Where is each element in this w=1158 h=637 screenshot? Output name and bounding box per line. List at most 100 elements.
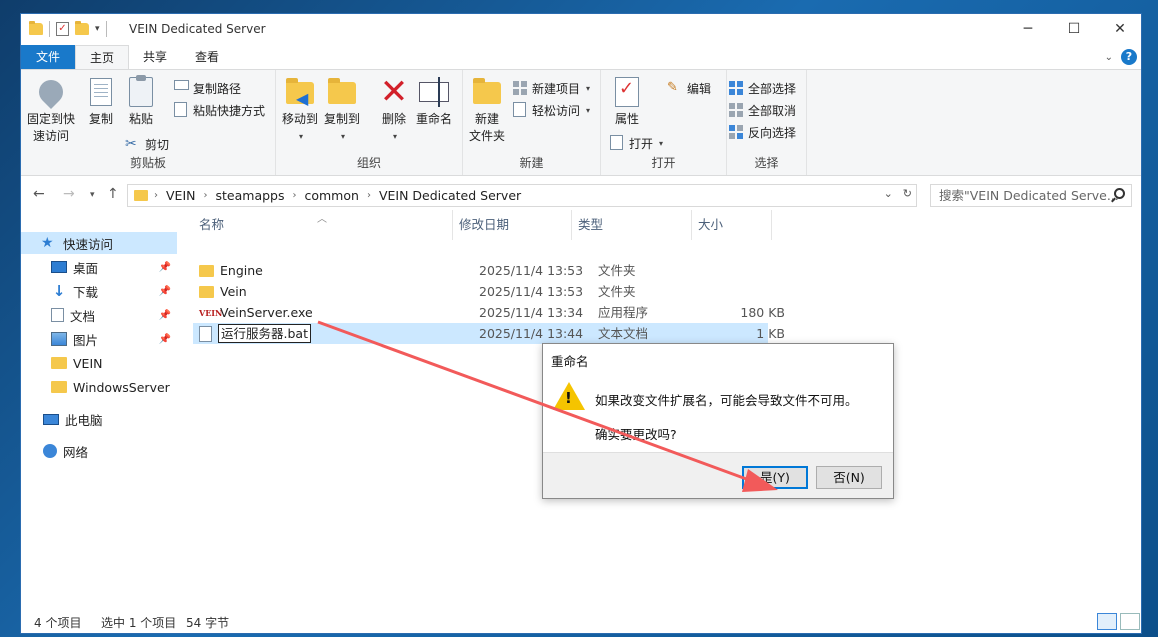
paste-shortcut-icon (174, 102, 187, 117)
title-bar: ✓ ▾ VEIN Dedicated Server ─ ☐ ✕ (21, 14, 1141, 45)
breadcrumb-separator[interactable]: › (154, 190, 158, 201)
minimize-button[interactable]: ─ (1005, 14, 1051, 44)
back-button[interactable]: ← (33, 186, 45, 202)
copy-label: 复制 (88, 112, 113, 126)
column-header-type[interactable]: 类型 (572, 210, 692, 240)
paste-icon (129, 75, 153, 107)
nav-quick-access[interactable]: ★ 快速访问 (21, 232, 177, 254)
select-all-button[interactable]: 全部选择 (728, 78, 796, 98)
nav-label: 文档 (70, 308, 96, 324)
search-icon[interactable] (1114, 188, 1125, 199)
rename-input[interactable]: 运行服务器.bat (218, 324, 311, 343)
edit-button[interactable]: ✎ 编辑 (667, 78, 711, 98)
tab-view[interactable]: 查看 (181, 45, 233, 69)
new-folder-icon[interactable] (75, 21, 89, 35)
paste-label: 粘贴 (128, 112, 153, 126)
chevron-down-icon[interactable]: ⌄ (1105, 52, 1113, 63)
maximize-button[interactable]: ☐ (1051, 14, 1097, 44)
large-icons-view-button[interactable] (1120, 613, 1140, 630)
copy-button[interactable]: 复制 (85, 74, 117, 128)
column-header-date[interactable]: 修改日期 (453, 210, 572, 240)
status-bar: 4 个项目 选中 1 个项目 54 字节 (21, 610, 1141, 633)
file-row-selected[interactable]: 运行服务器.bat 2025/11/4 13:44 文本文档 1 KB (193, 323, 785, 344)
pin-icon[interactable]: 📌 (159, 286, 171, 297)
address-bar[interactable]: › VEIN › steamapps › common › VEIN Dedic… (127, 184, 917, 207)
new-folder-button[interactable]: 新建 文件夹 (469, 76, 505, 145)
file-date: 2025/11/4 13:44 (479, 326, 584, 341)
details-view-button[interactable] (1097, 613, 1117, 630)
breadcrumb-separator[interactable]: › (367, 190, 371, 201)
yes-button[interactable]: 是(Y) (742, 466, 808, 489)
rename-button[interactable]: 重命名 (416, 76, 452, 128)
paste-shortcut-button[interactable]: 粘贴快捷方式 (173, 100, 265, 120)
forward-button[interactable]: → (63, 186, 75, 202)
move-to-button[interactable]: ◀ 移动到 ▾ (282, 76, 318, 145)
copy-path-button[interactable]: 复制路径 (173, 78, 241, 98)
close-button[interactable]: ✕ (1097, 14, 1141, 44)
refresh-icon[interactable]: ↻ (903, 187, 912, 200)
file-row[interactable]: VEIN VeinServer.exe 2025/11/4 13:34 应用程序… (193, 302, 785, 323)
nav-desktop[interactable]: 桌面 📌 (21, 256, 177, 278)
breadcrumb-separator[interactable]: › (292, 190, 296, 201)
paste-button[interactable]: 粘贴 (125, 75, 157, 128)
recent-locations-button[interactable]: ▾ (90, 190, 95, 200)
new-item-icon (513, 81, 527, 95)
move-to-label: 移动到 (282, 112, 319, 126)
tab-file[interactable]: 文件 (21, 45, 76, 69)
delete-button[interactable]: ✕ 删除 ▾ (378, 75, 410, 145)
properties-button[interactable]: 属性 (611, 76, 643, 128)
copy-path-label: 复制路径 (193, 81, 242, 96)
open-button[interactable]: 打开 ▾ (609, 133, 663, 153)
up-button[interactable]: ↑ (107, 186, 119, 202)
breadcrumb-current[interactable]: VEIN Dedicated Server (379, 188, 521, 203)
breadcrumb-common[interactable]: common (304, 188, 358, 203)
nav-downloads[interactable]: ↓ 下载 📌 (21, 280, 177, 302)
breadcrumb-vein[interactable]: VEIN (166, 188, 196, 203)
nav-label: 快速访问 (63, 236, 114, 252)
copy-to-button[interactable]: 复制到 ▾ (324, 76, 360, 145)
easy-access-button[interactable]: 轻松访问 ▾ (512, 100, 590, 120)
open-icon (610, 135, 623, 150)
nav-documents[interactable]: 文档 📌 (21, 304, 177, 326)
dialog-footer: 是(Y) 否(N) (543, 452, 893, 498)
new-group: 新建 文件夹 新建项目 ▾ 轻松访问 ▾ 新建 (463, 70, 601, 175)
select-none-button[interactable]: 全部取消 (728, 100, 796, 120)
nav-windowsserver[interactable]: WindowsServer (21, 376, 177, 398)
chevron-down-icon[interactable]: ⌄ (884, 187, 893, 200)
scissors-icon: ✂ (125, 136, 137, 152)
selected-count: 选中 1 个项目 (101, 616, 177, 630)
nav-network[interactable]: 网络 (21, 440, 177, 462)
explorer-window: ✓ ▾ VEIN Dedicated Server ─ ☐ ✕ 文件 主页 共享… (20, 13, 1142, 634)
properties-icon[interactable]: ✓ (56, 22, 69, 36)
folder-icon (134, 190, 148, 201)
file-row[interactable]: Vein 2025/11/4 13:53 文件夹 (193, 281, 768, 302)
tab-home[interactable]: 主页 (75, 45, 130, 69)
chevron-down-icon[interactable]: ▾ (95, 24, 100, 34)
close-icon: ✕ (1114, 21, 1126, 37)
pin-to-quick-access-button[interactable]: 固定到快 速访问 (27, 75, 75, 145)
file-type: 应用程序 (598, 305, 649, 320)
file-name: Vein (220, 284, 247, 299)
file-type: 文件夹 (598, 284, 636, 299)
help-icon[interactable]: ? (1121, 49, 1137, 65)
tab-share[interactable]: 共享 (129, 45, 181, 69)
pin-icon[interactable]: 📌 (159, 262, 171, 273)
cut-button[interactable]: ✂ 剪切 (125, 134, 169, 154)
column-header-name[interactable]: 名称 (193, 210, 453, 240)
breadcrumb-separator[interactable]: › (204, 190, 208, 201)
invert-selection-button[interactable]: 反向选择 (728, 122, 796, 142)
file-row[interactable]: Engine 2025/11/4 13:53 文件夹 (193, 260, 768, 281)
nav-this-pc[interactable]: 此电脑 (21, 408, 177, 430)
nav-vein[interactable]: VEIN (21, 352, 177, 374)
nav-pictures[interactable]: 图片 📌 (21, 328, 177, 350)
pin-icon[interactable]: 📌 (159, 310, 171, 321)
no-button[interactable]: 否(N) (816, 466, 882, 489)
cut-label: 剪切 (145, 137, 170, 152)
ribbon: 固定到快 速访问 复制 粘贴 复制路径 粘贴快捷方式 ✂ 剪切 剪贴板 ◀ 移动… (21, 69, 1141, 176)
file-date: 2025/11/4 13:34 (479, 305, 584, 320)
column-header-size[interactable]: 大小 (692, 210, 772, 240)
search-input[interactable]: 搜索"VEIN Dedicated Serve... (930, 184, 1132, 207)
breadcrumb-steamapps[interactable]: steamapps (216, 188, 285, 203)
pin-icon[interactable]: 📌 (159, 334, 171, 345)
new-item-button[interactable]: 新建项目 ▾ (512, 78, 590, 98)
